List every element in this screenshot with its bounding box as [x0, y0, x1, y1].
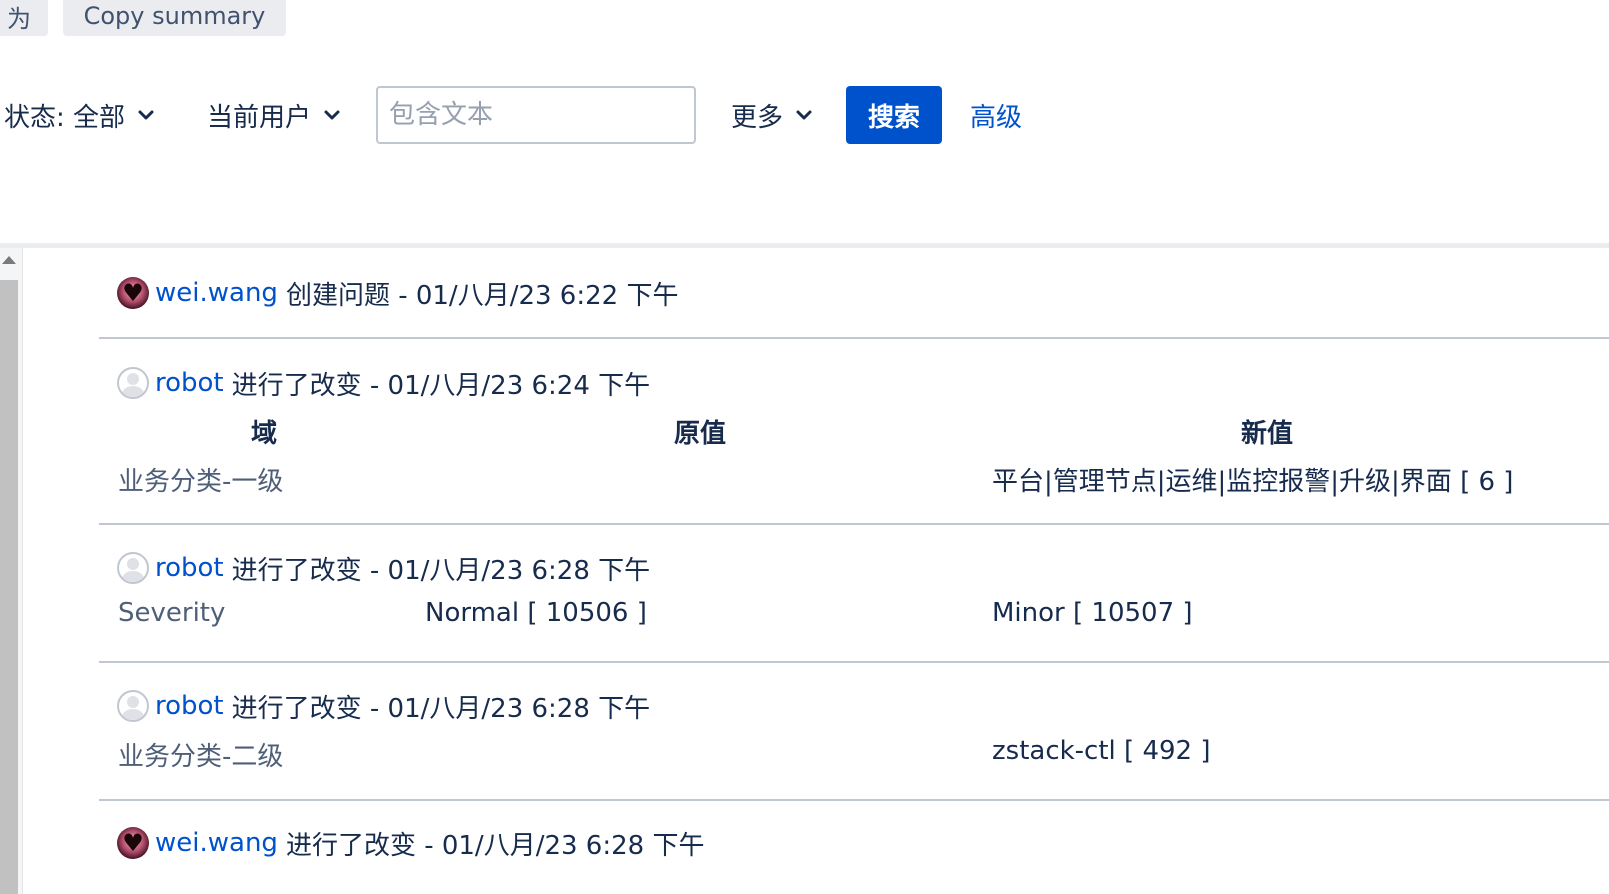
scrollbar[interactable]: [0, 248, 23, 894]
status-filter-dropdown[interactable]: 状态: 全部: [4, 86, 155, 144]
action-description: 进行了改变 - 01/八月/23 6:28 下午: [231, 555, 651, 586]
more-filters-label: 更多: [731, 102, 784, 133]
chevron-down-icon: [796, 110, 812, 120]
status-filter-label: 状态: 全部: [4, 102, 126, 133]
user-link[interactable]: robot: [155, 553, 224, 583]
user-avatar[interactable]: [117, 690, 149, 722]
old-value-column-header: 原值: [674, 419, 727, 449]
copy-summary-button[interactable]: Copy summary: [63, 0, 286, 36]
user-avatar[interactable]: [117, 827, 149, 859]
history-action: robot 进行了改变 - 01/八月/23 6:28 下午 Severity …: [99, 525, 1609, 663]
partial-button[interactable]: 为: [0, 0, 48, 36]
history-action: wei.wang 创建问题 - 01/八月/23 6:22 下午: [99, 248, 1609, 339]
copy-summary-label: Copy summary: [83, 2, 266, 30]
user-link[interactable]: wei.wang: [155, 278, 278, 308]
action-description: 进行了改变 - 01/八月/23 6:24 下午: [231, 370, 651, 401]
user-link[interactable]: robot: [155, 368, 224, 398]
old-value: Normal [ 10506 ]: [425, 598, 647, 628]
history-action: wei.wang 进行了改变 - 01/八月/23 6:28 下午: [99, 801, 1609, 894]
user-avatar[interactable]: [117, 552, 149, 584]
filter-bar: 状态: 全部 当前用户 更多 搜索 高级: [0, 86, 1100, 144]
changed-field-name: 业务分类-一级: [118, 467, 284, 497]
contains-text-input[interactable]: [376, 86, 696, 144]
action-header: robot 进行了改变 - 01/八月/23 6:28 下午: [117, 688, 650, 724]
action-description: 进行了改变 - 01/八月/23 6:28 下午: [285, 830, 705, 861]
scroll-up-arrow-icon[interactable]: [2, 256, 16, 264]
search-button[interactable]: 搜索: [846, 86, 942, 144]
user-link[interactable]: robot: [155, 691, 224, 721]
action-header: robot 进行了改变 - 01/八月/23 6:28 下午: [117, 550, 650, 586]
new-value: Minor [ 10507 ]: [992, 598, 1193, 628]
new-value-column-header: 新值: [1241, 419, 1294, 449]
advanced-search-link[interactable]: 高级: [970, 86, 1022, 144]
action-header: wei.wang 进行了改变 - 01/八月/23 6:28 下午: [117, 825, 704, 861]
history-action: robot 进行了改变 - 01/八月/23 6:24 下午 域 原值 新值 业…: [99, 339, 1609, 525]
assignee-filter-dropdown[interactable]: 当前用户: [207, 86, 341, 144]
new-value: zstack-ctl [ 492 ]: [992, 736, 1211, 766]
changed-field-name: 业务分类-二级: [118, 742, 284, 772]
changed-field-name: Severity: [118, 598, 226, 628]
field-column-header: 域: [251, 419, 278, 449]
assignee-filter-label: 当前用户: [207, 102, 312, 133]
user-avatar[interactable]: [117, 367, 149, 399]
action-header: wei.wang 创建问题 - 01/八月/23 6:22 下午: [117, 275, 678, 311]
user-avatar[interactable]: [117, 277, 149, 309]
action-header: robot 进行了改变 - 01/八月/23 6:24 下午: [117, 365, 650, 401]
action-description: 进行了改变 - 01/八月/23 6:28 下午: [231, 693, 651, 724]
scrollbar-thumb[interactable]: [0, 280, 18, 894]
partial-button-label: 为: [7, 4, 31, 33]
more-filters-dropdown[interactable]: 更多: [731, 86, 813, 144]
action-description: 创建问题 - 01/八月/23 6:22 下午: [285, 280, 679, 311]
new-value: 平台|管理节点|运维|监控报警|升级|界面 [ 6 ]: [992, 467, 1514, 497]
chevron-down-icon: [138, 110, 154, 120]
history-action: robot 进行了改变 - 01/八月/23 6:28 下午 业务分类-二级 z…: [99, 663, 1609, 801]
chevron-down-icon: [324, 110, 340, 120]
user-link[interactable]: wei.wang: [155, 828, 278, 858]
